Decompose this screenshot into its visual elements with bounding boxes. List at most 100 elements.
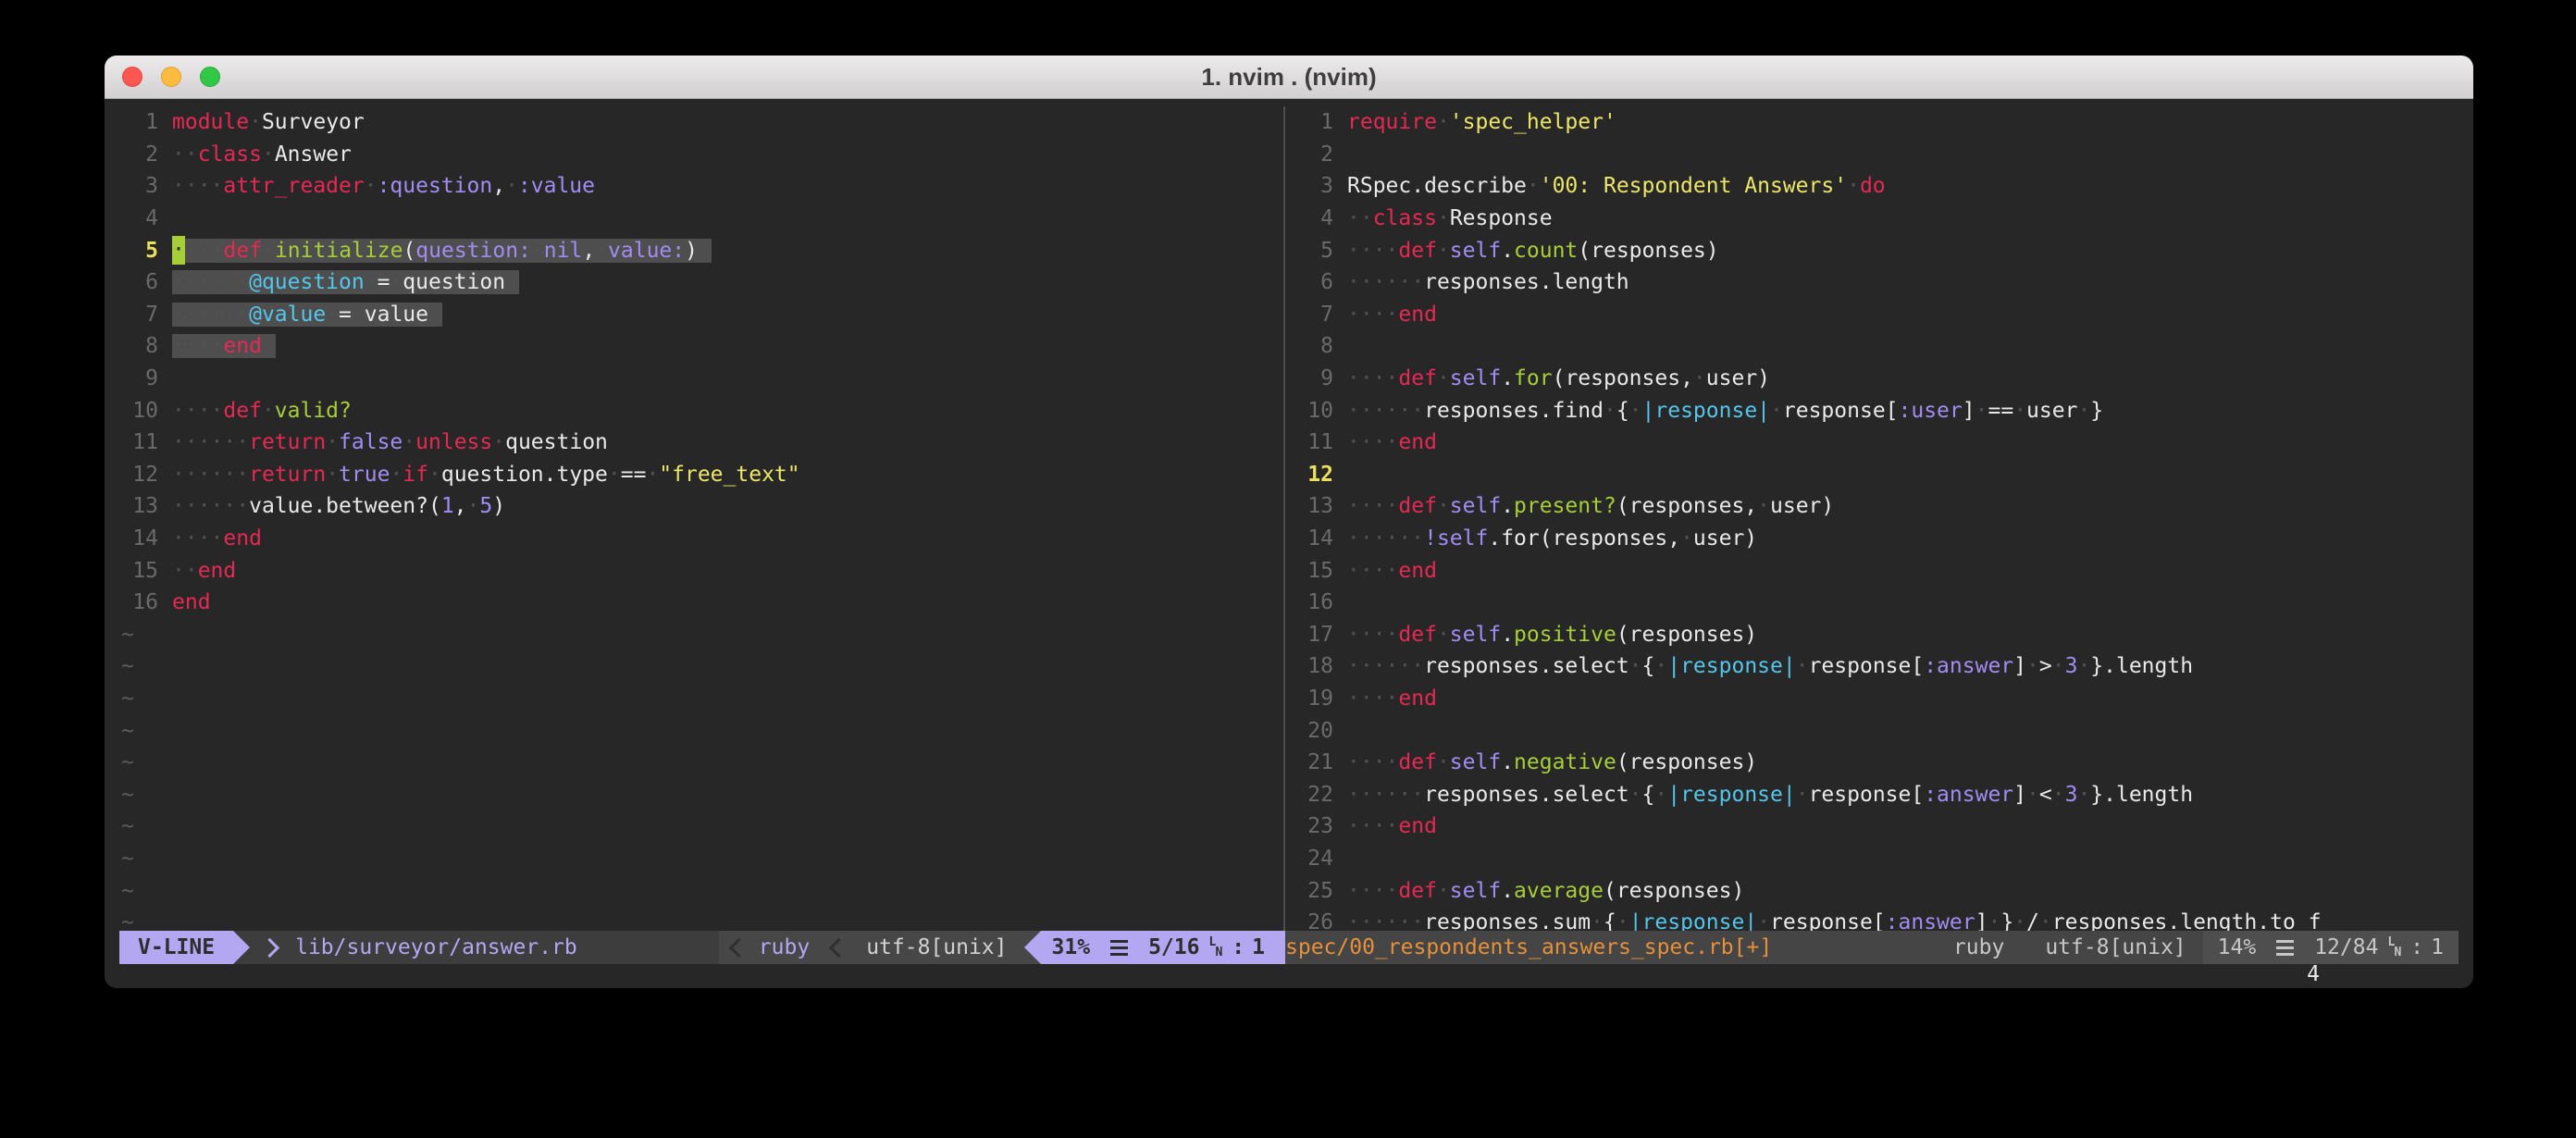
window-title: 1. nvim . (nvim): [1201, 63, 1376, 92]
empty-buffer-line: ~: [119, 843, 1283, 875]
code-line: 22······responses.select·{·|response|·re…: [1294, 778, 2458, 810]
code-line: 4: [119, 203, 1283, 235]
line-number: 7: [1294, 303, 1333, 327]
tilde: ~: [119, 687, 134, 711]
tilde: ~: [119, 879, 134, 903]
window-titlebar[interactable]: 1. nvim . (nvim): [105, 56, 2473, 99]
tilde: ~: [119, 719, 134, 743]
code-line: 10······responses.find·{·|response|·resp…: [1294, 394, 2458, 427]
code-line: 10····def·valid?: [119, 394, 1283, 427]
vim-mode-indicator: V-LINE: [119, 931, 233, 964]
code-line: 1require·'spec_helper': [1294, 106, 2458, 139]
editor-pane-answer-rb[interactable]: 1module·Surveyor2··class·Answer3····attr…: [119, 106, 1283, 931]
line-number: 9: [1294, 366, 1333, 390]
line-number: 21: [1294, 750, 1333, 774]
powerline-separator-icon: [233, 931, 250, 964]
line-number: 16: [1294, 590, 1333, 614]
line-number: 20: [1294, 719, 1333, 743]
code-line: 7······@value·=·value: [119, 299, 1283, 331]
line-number: 2: [1294, 142, 1333, 167]
line-number: 24: [1294, 847, 1333, 871]
code-line: 19····end: [1294, 683, 2458, 715]
encoding-indicator: utf-8[unix]: [2045, 935, 2186, 959]
line-number: 4: [119, 206, 158, 230]
line-number: 9: [119, 366, 158, 390]
line-number: 3: [1294, 174, 1333, 198]
terminal-content: 1module·Surveyor2··class·Answer3····attr…: [105, 99, 2473, 988]
empty-buffer-line: ~: [119, 907, 1283, 931]
code-line: 24: [1294, 843, 2458, 875]
tilde: ~: [119, 750, 134, 774]
code-line: 18······responses.select·{·|response|·re…: [1294, 650, 2458, 683]
column-position: 1: [1252, 935, 1265, 959]
ruler-segment: 14% 12/84 LN : 1: [2203, 931, 2458, 964]
line-number: 11: [119, 430, 158, 454]
line-number: 23: [1294, 814, 1333, 838]
line-number-icon: LN: [2387, 937, 2401, 958]
code-line: 8····end: [119, 330, 1283, 363]
code-line: 12······return·true·if·question.type·==·…: [119, 459, 1283, 491]
code-line: 12: [1294, 459, 2458, 491]
line-number: 14: [1294, 526, 1333, 550]
code-line: 2: [1294, 139, 2458, 171]
empty-buffer-line: ~: [119, 810, 1283, 843]
empty-buffer-line: ~: [119, 683, 1283, 715]
code-line: 7····end: [1294, 299, 2458, 331]
statusline-inactive: spec/00_respondents_answers_spec.rb[+] r…: [1285, 931, 2458, 964]
code-line: 23····end: [1294, 810, 2458, 843]
filetype-indicator: ruby: [1953, 935, 2004, 959]
statusline-active: V-LINE lib/surveyor/answer.rb ruby utf-8…: [119, 931, 1285, 964]
empty-buffer-line: ~: [119, 650, 1283, 683]
minimize-button[interactable]: [161, 67, 181, 87]
code-line: 2··class·Answer: [119, 139, 1283, 171]
line-number: 26: [1294, 910, 1333, 931]
line-number: 8: [1294, 334, 1333, 358]
line-number: 13: [119, 494, 158, 518]
terminal-window[interactable]: 1. nvim . (nvim) 1module·Surveyor2··clas…: [105, 56, 2473, 988]
code-line: 11······return·false·unless·question: [119, 427, 1283, 459]
line-number: 5: [119, 239, 158, 263]
line-number: 10: [1294, 399, 1333, 423]
code-line: 11····end: [1294, 427, 2458, 459]
line-number: 13: [1294, 494, 1333, 518]
inactive-file-path: spec/00_respondents_answers_spec.rb[+]: [1285, 935, 1772, 959]
line-number: 12: [119, 463, 158, 487]
chevron-left-icon: [829, 937, 848, 957]
line-number: 15: [1294, 559, 1333, 583]
chevron-right-icon: [260, 937, 279, 957]
line-number: 8: [119, 334, 158, 358]
code-line: 3RSpec.describe·'00: Respondent Answers'…: [1294, 170, 2458, 203]
code-line: 3····attr_reader·:question,·:value: [119, 170, 1283, 203]
line-number: 16: [119, 590, 158, 614]
empty-buffer-line: ~: [119, 714, 1283, 747]
editor-splits: 1module·Surveyor2··class·Answer3····attr…: [119, 99, 2458, 931]
line-number: 7: [119, 303, 158, 327]
code-line: 8: [1294, 330, 2458, 363]
editor-pane-spec-rb[interactable]: 1require·'spec_helper' 2 3RSpec.describe·'…: [1285, 106, 2458, 931]
code-line: 25····def·self.average(responses): [1294, 874, 2458, 907]
active-file-path: lib/surveyor/answer.rb: [295, 935, 577, 959]
zoom-button[interactable]: [200, 67, 220, 87]
tilde: ~: [119, 847, 134, 871]
close-button[interactable]: [122, 67, 142, 87]
scroll-percent: 31%: [1052, 935, 1091, 959]
empty-buffer-line: ~: [119, 747, 1283, 779]
text-cursor: ·: [172, 236, 185, 265]
line-number: 6: [119, 270, 158, 294]
code-line: 9····def·self.for(responses,·user): [1294, 363, 2458, 395]
traffic-lights: [122, 56, 220, 98]
line-number-icon: LN: [1208, 937, 1222, 958]
line-position: 12/84: [2314, 935, 2378, 959]
chevron-left-icon: [729, 937, 749, 957]
pending-command-count: 4: [2307, 962, 2320, 986]
line-number: 25: [1294, 879, 1333, 903]
line-number: 10: [119, 399, 158, 423]
code-line: 9: [119, 363, 1283, 395]
empty-buffer-line: ~: [119, 778, 1283, 810]
lines-icon: [1110, 946, 1128, 949]
code-line: 17····def·self.positive(responses): [1294, 619, 2458, 651]
tilde: ~: [119, 814, 134, 838]
statuslines: V-LINE lib/surveyor/answer.rb ruby utf-8…: [119, 931, 2458, 964]
code-line: 14····end: [119, 523, 1283, 555]
column-position: 1: [2431, 935, 2444, 959]
